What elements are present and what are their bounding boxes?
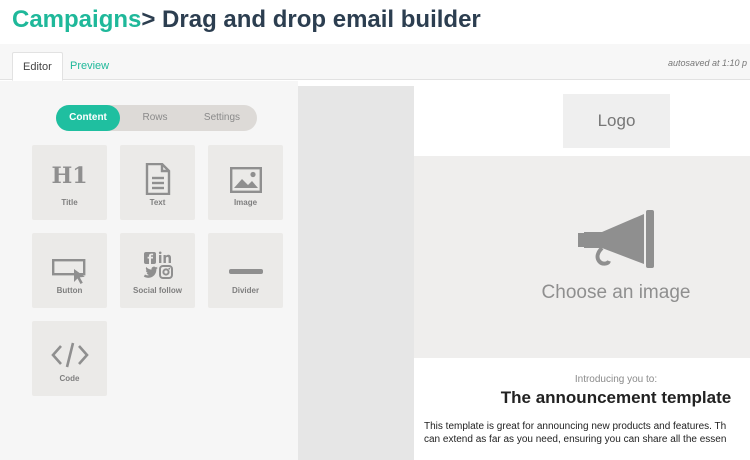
tab-editor[interactable]: Editor [12,52,63,81]
heading-h1-icon: H1 [51,163,88,189]
block-image[interactable]: Image [208,145,283,220]
block-label: Text [149,198,166,207]
segment-settings[interactable]: Settings [190,105,254,131]
editor-sidebar: Content Rows Settings H1 Title Text Imag… [0,81,298,460]
block-code[interactable]: Code [32,321,107,396]
canvas-gutter [298,86,414,460]
block-label: Divider [231,286,260,295]
tab-bar: Editor Preview autosaved at 1:10 p [0,44,750,81]
image-icon [208,167,283,198]
tab-preview[interactable]: Preview [60,52,119,81]
email-image-placeholder[interactable]: Choose an image [414,156,750,358]
block-divider[interactable]: Divider [208,233,283,308]
block-label: Image [233,198,258,207]
megaphone-icon [576,210,656,275]
email-body-line: This template is great for announcing ne… [424,421,727,432]
divider-icon [208,263,283,281]
block-label: Button [56,286,83,295]
email-body-line: can extend as far as you need, ensuring … [424,434,727,445]
block-social-follow[interactable]: Social follow [120,233,195,308]
email-heading: The announcement template [500,388,732,407]
page-title: Campaigns> Drag and drop email builder [12,6,481,34]
block-button[interactable]: Button [32,233,107,308]
email-canvas: Logo Choose an image Introducing you to:… [414,86,750,460]
breadcrumb-campaigns[interactable]: Campaigns [12,6,141,33]
code-icon [32,341,107,374]
social-icons [120,251,195,284]
document-icon [120,162,195,200]
block-label: Social follow [133,286,182,295]
email-intro: Introducing you to: [574,374,658,385]
autosave-status: autosaved at 1:10 p [668,58,748,68]
block-label: Code [59,374,80,383]
segment-content[interactable]: Content [56,105,120,131]
email-logo-placeholder[interactable]: Logo [563,94,670,148]
block-label: Title [61,198,78,207]
page-header: Campaigns> Drag and drop email builder [0,0,750,44]
segment-rows[interactable]: Rows [124,105,186,131]
block-text[interactable]: Text [120,145,195,220]
email-body: This template is great for announcing ne… [424,420,750,446]
panel-segmented-control: Content Rows Settings [56,105,257,131]
block-title[interactable]: H1 Title [32,145,107,220]
choose-image-text: Choose an image [541,282,691,303]
page-title-text: > Drag and drop email builder [141,6,481,33]
